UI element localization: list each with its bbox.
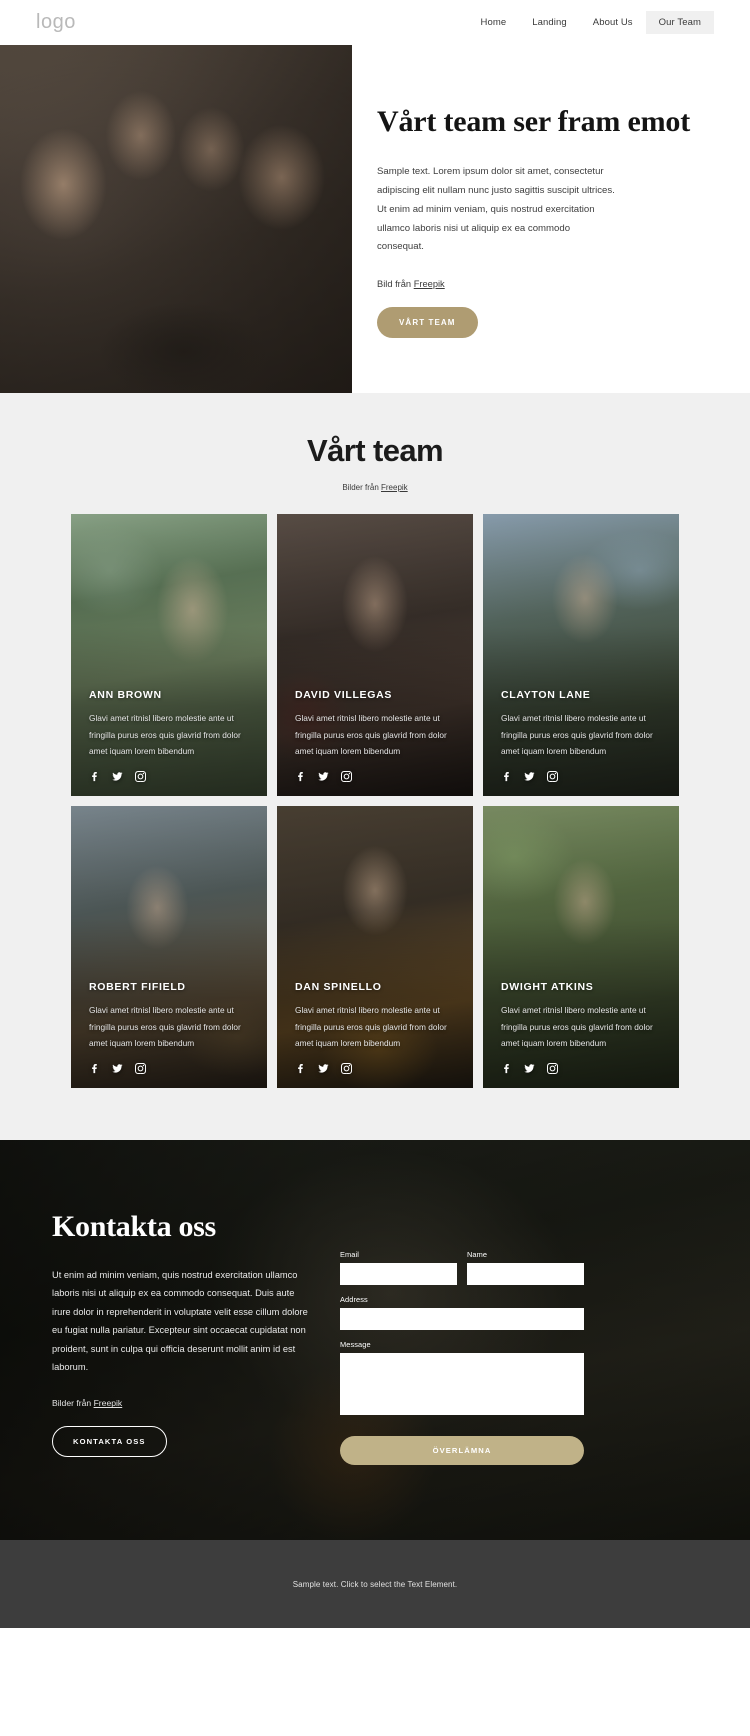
team-card-body: CLAYTON LANE Glavi amet ritnisl libero m… (501, 689, 665, 782)
instagram-icon[interactable] (547, 1063, 558, 1074)
email-input[interactable] (340, 1263, 457, 1285)
team-member-description: Glavi amet ritnisl libero molestie ante … (89, 1005, 241, 1048)
social-links (89, 771, 253, 782)
team-member-description: Glavi amet ritnisl libero molestie ante … (501, 1005, 653, 1048)
team-member-name: CLAYTON LANE (501, 689, 591, 702)
hero-image (0, 45, 352, 393)
instagram-icon[interactable] (341, 1063, 352, 1074)
contact-images-credit: Bilder från Freepik (52, 1398, 312, 1408)
field-address: Address (340, 1295, 584, 1330)
facebook-icon[interactable] (501, 771, 512, 782)
facebook-icon[interactable] (295, 771, 306, 782)
team-grid: ANN BROWN Glavi amet ritnisl libero mole… (71, 514, 679, 1088)
contact-content: Kontakta oss Ut enim ad minim veniam, qu… (0, 1140, 750, 1465)
nav-item-home[interactable]: Home (468, 11, 520, 34)
hero-credit-link[interactable]: Freepik (414, 279, 445, 289)
nav-item-landing[interactable]: Landing (519, 11, 580, 34)
instagram-icon[interactable] (135, 771, 146, 782)
team-credit-link[interactable]: Freepik (381, 483, 408, 492)
twitter-icon[interactable] (112, 1063, 123, 1074)
field-email: Email (340, 1250, 457, 1285)
field-message: Message (340, 1340, 584, 1420)
name-input[interactable] (467, 1263, 584, 1285)
facebook-icon[interactable] (89, 1063, 100, 1074)
social-links (89, 1063, 253, 1074)
twitter-icon[interactable] (524, 771, 535, 782)
team-member-name: DAVID VILLEGAS (295, 689, 393, 702)
instagram-icon[interactable] (135, 1063, 146, 1074)
contact-credit-link[interactable]: Freepik (94, 1398, 123, 1408)
site-header: logo Home Landing About Us Our Team (0, 0, 750, 45)
twitter-icon[interactable] (112, 771, 123, 782)
email-label: Email (340, 1250, 359, 1259)
twitter-icon[interactable] (524, 1063, 535, 1074)
team-card[interactable]: ROBERT FIFIELD Glavi amet ritnisl libero… (71, 806, 267, 1088)
address-label: Address (340, 1295, 368, 1304)
team-card-body: DAVID VILLEGAS Glavi amet ritnisl libero… (295, 689, 459, 782)
site-logo[interactable]: logo (36, 11, 76, 34)
facebook-icon[interactable] (295, 1063, 306, 1074)
team-member-name: ROBERT FIFIELD (89, 981, 186, 994)
contact-cta-button[interactable]: KONTAKTA OSS (52, 1426, 167, 1458)
contact-credit-prefix: Bilder från (52, 1398, 94, 1409)
hero-image-photo (0, 45, 352, 393)
team-member-name: ANN BROWN (89, 689, 162, 702)
team-member-description: Glavi amet ritnisl libero molestie ante … (501, 713, 653, 756)
hero-body-text: Sample text. Lorem ipsum dolor sit amet,… (377, 166, 615, 253)
team-card[interactable]: CLAYTON LANE Glavi amet ritnisl libero m… (483, 514, 679, 796)
team-images-credit: Bilder från Freepik (0, 483, 750, 492)
form-row-email-name: Email Name (340, 1250, 584, 1295)
social-links (295, 771, 459, 782)
message-label: Message (340, 1340, 371, 1349)
team-card[interactable]: DAN SPINELLO Glavi amet ritnisl libero m… (277, 806, 473, 1088)
message-input[interactable] (340, 1353, 584, 1415)
address-input[interactable] (340, 1308, 584, 1330)
team-member-description: Glavi amet ritnisl libero molestie ante … (295, 1005, 447, 1048)
team-member-name: DAN SPINELLO (295, 981, 382, 994)
team-heading: Vårt team (307, 433, 443, 468)
name-label: Name (467, 1250, 488, 1259)
nav-item-our-team[interactable]: Our Team (645, 11, 714, 34)
contact-form: Email Name Address Message ÖVERLÄMNA (340, 1210, 584, 1465)
twitter-icon[interactable] (318, 771, 329, 782)
social-links (295, 1063, 459, 1074)
social-links (501, 771, 665, 782)
contact-section: Kontakta oss Ut enim ad minim veniam, qu… (0, 1140, 750, 1540)
hero-image-credit: Bild från Freepik (377, 279, 710, 289)
page-root: logo Home Landing About Us Our Team Vårt… (0, 0, 750, 1628)
nav-item-about-us[interactable]: About Us (580, 11, 646, 34)
hero-cta-button[interactable]: VÅRT TEAM (377, 306, 478, 338)
team-section: Vårt team Bilder från Freepik ANN BROWN … (0, 393, 750, 1140)
hero-title: Vårt team ser fram emot (377, 105, 691, 138)
contact-title: Kontakta oss (52, 1210, 216, 1243)
team-card-body: ANN BROWN Glavi amet ritnisl libero mole… (89, 689, 253, 782)
footer-text[interactable]: Sample text. Click to select the Text El… (293, 1580, 458, 1589)
facebook-icon[interactable] (501, 1063, 512, 1074)
hero-section: Vårt team ser fram emot Sample text. Lor… (0, 45, 750, 393)
hero-credit-prefix: Bild från (377, 278, 414, 289)
team-card-body: DAN SPINELLO Glavi amet ritnisl libero m… (295, 981, 459, 1074)
facebook-icon[interactable] (89, 771, 100, 782)
hero-content: Vårt team ser fram emot Sample text. Lor… (352, 45, 750, 393)
team-card-body: DWIGHT ATKINS Glavi amet ritnisl libero … (501, 981, 665, 1074)
instagram-icon[interactable] (341, 771, 352, 782)
team-card[interactable]: DWIGHT ATKINS Glavi amet ritnisl libero … (483, 806, 679, 1088)
field-name: Name (467, 1250, 584, 1285)
submit-button[interactable]: ÖVERLÄMNA (340, 1436, 584, 1465)
team-member-description: Glavi amet ritnisl libero molestie ante … (89, 713, 241, 756)
twitter-icon[interactable] (318, 1063, 329, 1074)
team-credit-prefix: Bilder från (342, 483, 381, 492)
contact-left-column: Kontakta oss Ut enim ad minim veniam, qu… (52, 1210, 312, 1465)
team-card[interactable]: DAVID VILLEGAS Glavi amet ritnisl libero… (277, 514, 473, 796)
main-navigation: Home Landing About Us Our Team (468, 11, 714, 34)
team-member-description: Glavi amet ritnisl libero molestie ante … (295, 713, 447, 756)
contact-body-text: Ut enim ad minim veniam, quis nostrud ex… (52, 1270, 308, 1373)
site-footer: Sample text. Click to select the Text El… (0, 1540, 750, 1628)
team-card-body: ROBERT FIFIELD Glavi amet ritnisl libero… (89, 981, 253, 1074)
social-links (501, 1063, 665, 1074)
instagram-icon[interactable] (547, 771, 558, 782)
team-card[interactable]: ANN BROWN Glavi amet ritnisl libero mole… (71, 514, 267, 796)
team-member-name: DWIGHT ATKINS (501, 981, 594, 994)
